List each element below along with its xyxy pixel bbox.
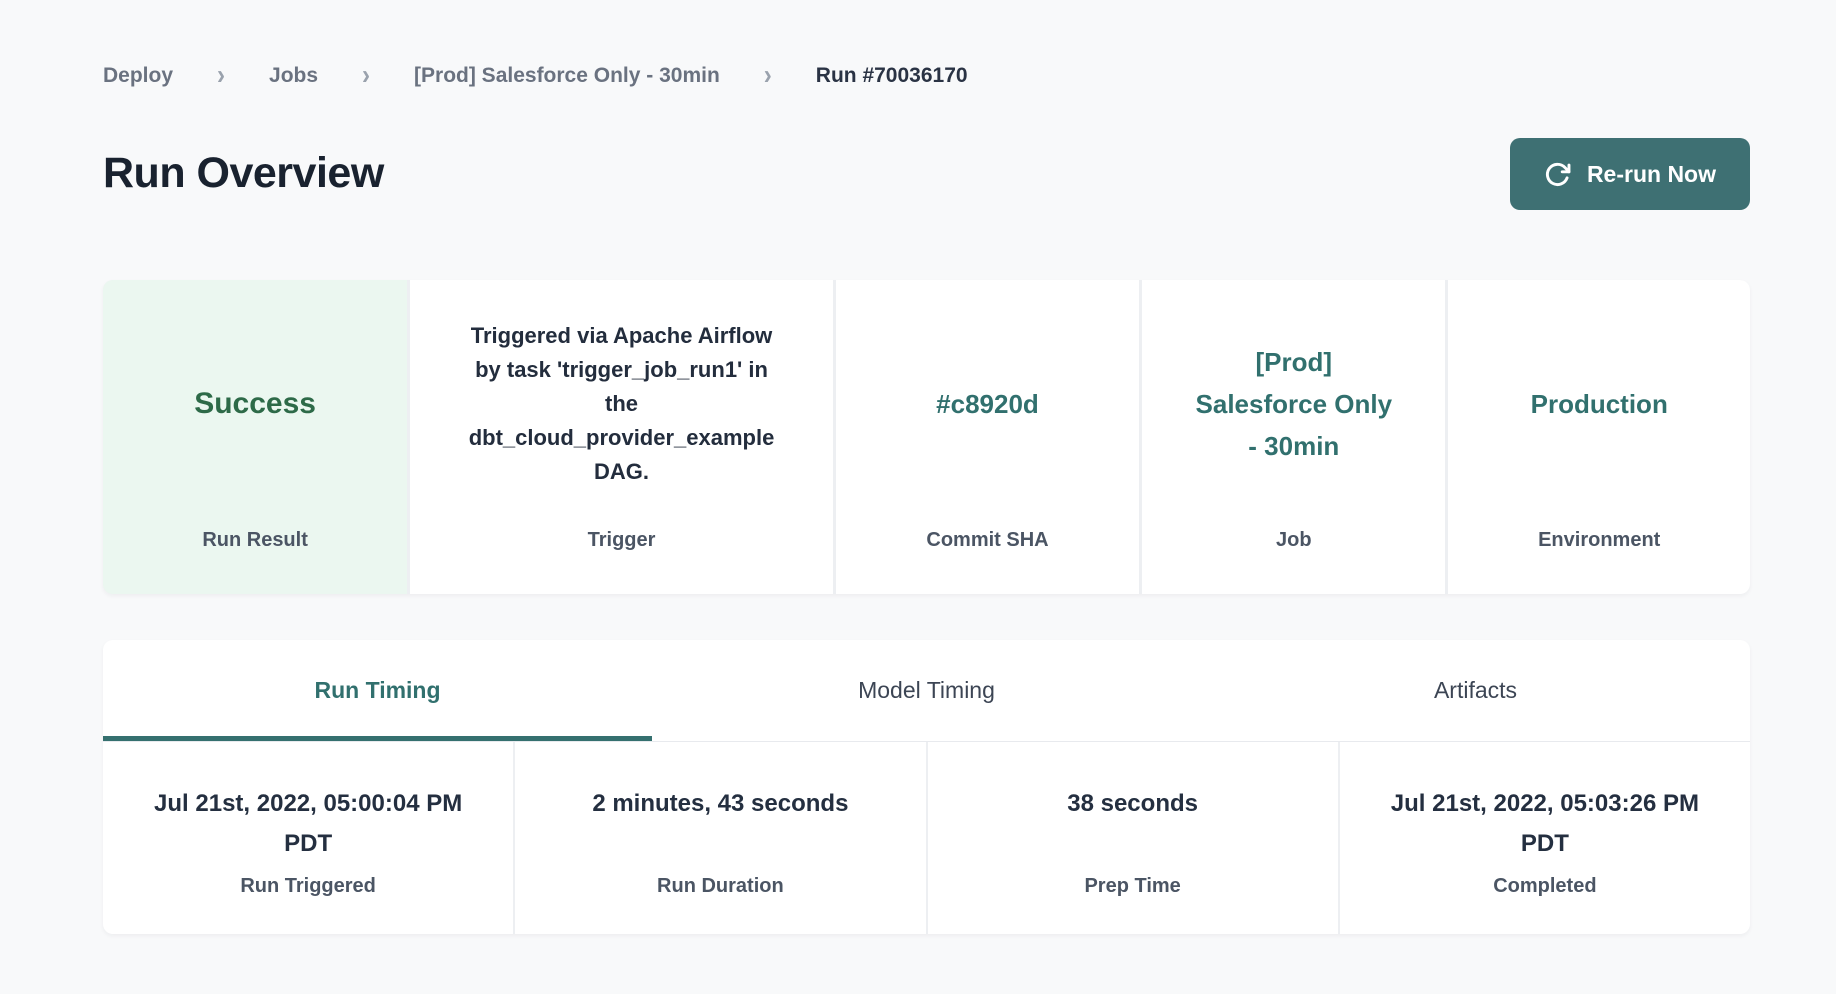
breadcrumb: Deploy › Jobs › [Prod] Salesforce Only -… (103, 58, 1750, 94)
tab-model-timing[interactable]: Model Timing (652, 640, 1201, 741)
job-card: [Prod] Salesforce Only - 30min Job (1142, 280, 1445, 594)
commit-sha-label: Commit SHA (836, 529, 1139, 552)
refresh-icon (1544, 161, 1571, 188)
breadcrumb-jobs[interactable]: Jobs (269, 64, 318, 88)
prep-time-label: Prep Time (948, 875, 1318, 898)
rerun-now-label: Re-run Now (1587, 161, 1716, 188)
prep-time-value: 38 seconds (1067, 784, 1198, 824)
tab-bar: Run Timing Model Timing Artifacts (103, 640, 1750, 742)
run-duration-cell: 2 minutes, 43 seconds Run Duration (513, 742, 925, 934)
trigger-card: Triggered via Apache Airflow by task 'tr… (410, 280, 833, 594)
environment-link[interactable]: Production (1531, 383, 1668, 425)
tab-run-timing[interactable]: Run Timing (103, 640, 652, 741)
tab-artifacts[interactable]: Artifacts (1201, 640, 1750, 741)
breadcrumb-current-run: Run #70036170 (816, 64, 968, 88)
commit-sha-card: #c8920d Commit SHA (836, 280, 1139, 594)
run-result-label: Run Result (103, 529, 407, 552)
run-duration-label: Run Duration (535, 875, 905, 898)
environment-card: Production Environment (1448, 280, 1750, 594)
run-result-value: Success (194, 387, 316, 421)
completed-cell: Jul 21st, 2022, 05:03:26 PM PDT Complete… (1338, 742, 1750, 934)
run-timing-row: Jul 21st, 2022, 05:00:04 PM PDT Run Trig… (103, 742, 1750, 934)
job-link[interactable]: [Prod] Salesforce Only - 30min (1188, 341, 1400, 467)
completed-value: Jul 21st, 2022, 05:03:26 PM PDT (1369, 784, 1721, 864)
page-header: Run Overview Re-run Now (103, 138, 1750, 210)
environment-label: Environment (1448, 529, 1750, 552)
run-result-card: Success Run Result (103, 280, 407, 594)
breadcrumb-job-name[interactable]: [Prod] Salesforce Only - 30min (414, 64, 720, 88)
completed-label: Completed (1360, 875, 1730, 898)
chevron-right-icon: › (217, 62, 225, 90)
page-title: Run Overview (103, 150, 384, 197)
run-triggered-label: Run Triggered (123, 875, 493, 898)
prep-time-cell: 38 seconds Prep Time (926, 742, 1338, 934)
chevron-right-icon: › (362, 62, 370, 90)
run-triggered-value: Jul 21st, 2022, 05:00:04 PM PDT (132, 784, 484, 864)
breadcrumb-deploy[interactable]: Deploy (103, 64, 173, 88)
trigger-value: Triggered via Apache Airflow by task 'tr… (463, 319, 781, 489)
rerun-now-button[interactable]: Re-run Now (1510, 138, 1750, 210)
run-duration-value: 2 minutes, 43 seconds (592, 784, 848, 824)
commit-sha-link[interactable]: #c8920d (936, 383, 1039, 425)
chevron-right-icon: › (764, 62, 772, 90)
run-summary-cards: Success Run Result Triggered via Apache … (103, 280, 1750, 594)
run-triggered-cell: Jul 21st, 2022, 05:00:04 PM PDT Run Trig… (103, 742, 513, 934)
job-label: Job (1142, 529, 1445, 552)
run-detail-panel: Run Timing Model Timing Artifacts Jul 21… (103, 640, 1750, 934)
trigger-label: Trigger (410, 529, 833, 552)
run-overview-page: Deploy › Jobs › [Prod] Salesforce Only -… (0, 0, 1836, 994)
